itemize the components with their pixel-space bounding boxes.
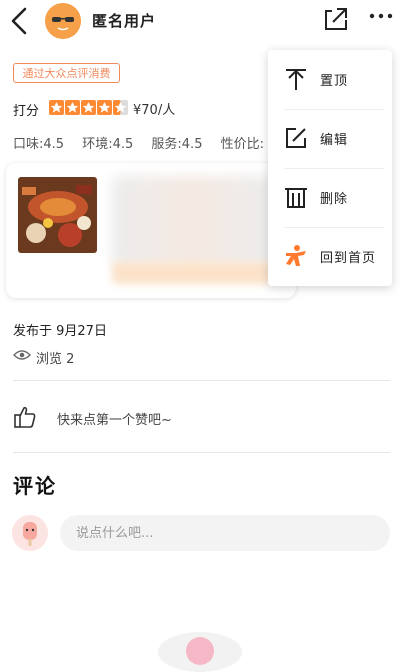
price-per-person: ¥70/人 (133, 103, 176, 118)
menu-item-label: 删除 (320, 192, 349, 207)
environment-score: 环境:4.5 (82, 137, 134, 152)
menu-item-edit[interactable]: 编辑 (268, 109, 392, 168)
comments-title: 评论 (13, 474, 57, 498)
rating-stars (49, 100, 128, 116)
menu-item-label: 编辑 (320, 133, 349, 148)
home-mascot-icon (286, 245, 306, 266)
star-icon (49, 100, 64, 115)
publish-date: 发布于 9月27日 (13, 324, 107, 339)
service-score: 服务:4.5 (151, 137, 203, 152)
view-count: 浏览 2 (36, 352, 75, 367)
taste-score: 口味:4.5 (13, 137, 65, 152)
more-dots-icon[interactable] (368, 6, 394, 26)
blurred-shop-info (112, 176, 272, 266)
bottom-float-icon (186, 637, 214, 665)
star-icon (65, 100, 80, 115)
value-score: 性价比: (220, 137, 264, 152)
menu-item-pin[interactable]: 置顶 (268, 50, 392, 109)
comment-input[interactable] (60, 515, 390, 551)
half-star-icon (113, 100, 128, 115)
eye-icon (13, 350, 31, 360)
popsicle-avatar-icon (12, 515, 48, 551)
subscores: 口味:4.5 环境:4.5 服务:4.5 性价比: (13, 133, 278, 152)
score-label: 打分 (13, 104, 40, 119)
my-avatar (12, 515, 48, 551)
thumbs-up-icon[interactable] (13, 405, 37, 429)
blurred-shop-tag (112, 262, 272, 284)
star-icon (97, 100, 112, 115)
share-icon[interactable] (322, 4, 350, 32)
consumption-badge: 通过大众点评消费 (13, 63, 120, 83)
avatar-face-icon (45, 3, 81, 39)
more-menu: 置顶 编辑 删除 回到首页 (268, 50, 392, 286)
menu-item-home[interactable]: 回到首页 (268, 227, 392, 286)
divider (13, 380, 390, 381)
menu-item-label: 置顶 (320, 74, 349, 89)
menu-item-label: 回到首页 (320, 251, 377, 266)
top-bar: 匿名用户 (0, 0, 400, 44)
menu-item-delete[interactable]: 删除 (268, 168, 392, 227)
username: 匿名用户 (92, 12, 157, 30)
user-avatar[interactable] (45, 3, 81, 39)
divider (13, 452, 390, 453)
food-photo[interactable] (18, 177, 97, 253)
star-icon (81, 100, 96, 115)
edit-icon (286, 128, 306, 148)
like-prompt: 快来点第一个赞吧~ (57, 413, 172, 428)
back-arrow-icon[interactable] (8, 6, 32, 36)
trash-icon (285, 188, 307, 208)
pin-top-icon (286, 69, 306, 90)
